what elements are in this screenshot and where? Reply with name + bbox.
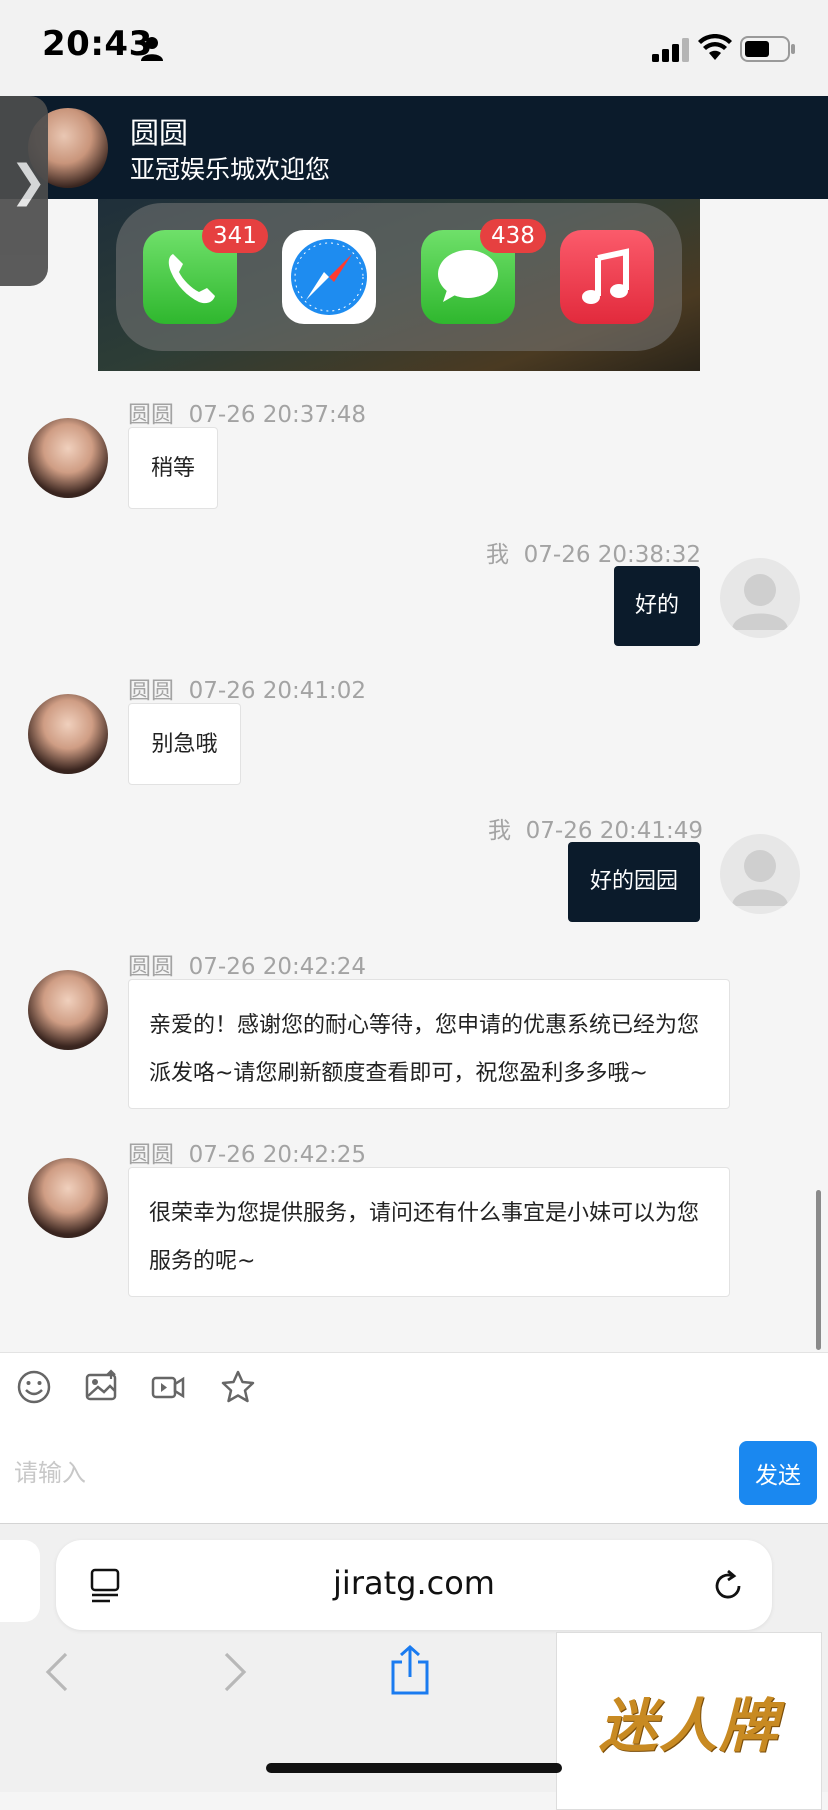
emoji-icon[interactable] — [16, 1369, 52, 1405]
messages-badge: 438 — [480, 219, 546, 253]
status-bar: 20:43 — [0, 0, 828, 96]
shared-image[interactable]: 341 438 — [98, 199, 700, 371]
wifi-icon — [698, 34, 732, 60]
agent-avatar — [28, 970, 108, 1050]
clock: 20:43 — [42, 24, 153, 64]
reload-icon[interactable] — [710, 1568, 746, 1604]
message-bubble: 别急哦 — [128, 703, 241, 785]
side-drawer-tab[interactable]: ❯ — [0, 96, 48, 286]
user-avatar — [720, 558, 800, 638]
composer: 发送 — [0, 1423, 828, 1525]
safari-app-icon — [282, 230, 376, 324]
url-text: jiratg.com — [333, 1564, 495, 1602]
user-avatar — [720, 834, 800, 914]
header-subtitle: 亚冠娱乐城欢迎您 — [130, 155, 331, 184]
message-meta: 我 07-26 20:38:32 — [486, 542, 702, 568]
chevron-right-icon: ❯ — [10, 156, 47, 207]
previous-tab[interactable] — [0, 1540, 40, 1622]
scrollbar[interactable] — [816, 1190, 821, 1350]
composer-toolbar — [0, 1352, 828, 1424]
send-button[interactable]: 发送 — [739, 1441, 817, 1505]
address-bar[interactable]: jiratg.com — [56, 1540, 772, 1630]
forward-icon[interactable] — [222, 1650, 248, 1694]
home-indicator — [266, 1763, 562, 1773]
message-bubble: 好的 — [614, 566, 700, 646]
dock: 341 438 — [116, 203, 682, 351]
music-app-icon — [560, 230, 654, 324]
message-bubble: 稍等 — [128, 427, 218, 509]
phone-badge: 341 — [202, 219, 268, 253]
message-input[interactable] — [12, 1437, 716, 1509]
share-icon[interactable] — [388, 1644, 432, 1696]
chat-header: 圆圆 亚冠娱乐城欢迎您 — [0, 96, 828, 199]
browser-chrome: jiratg.com 迷人牌 — [0, 1524, 828, 1810]
message-meta: 圆圆 07-26 20:41:02 — [128, 678, 367, 704]
person-icon — [141, 37, 163, 61]
agent-name: 圆圆 — [130, 116, 189, 150]
ad-banner[interactable]: 迷人牌 — [556, 1632, 822, 1810]
message-bubble: 亲爱的！感谢您的耐心等待，您申请的优惠系统已经为您派发咯~请您刷新额度查看即可，… — [128, 979, 730, 1109]
message-meta: 圆圆 07-26 20:42:24 — [128, 954, 367, 980]
image-upload-icon[interactable] — [84, 1369, 120, 1405]
message-meta: 我 07-26 20:41:49 — [488, 818, 704, 844]
star-icon[interactable] — [220, 1369, 256, 1405]
message-bubble: 好的园园 — [568, 842, 700, 922]
ad-text: 迷人牌 — [598, 1692, 779, 1760]
message-bubble: 很荣幸为您提供服务，请问还有什么事宜是小妹可以为您服务的呢~ — [128, 1167, 730, 1297]
agent-avatar — [28, 694, 108, 774]
battery-icon — [740, 36, 795, 62]
agent-avatar — [28, 1158, 108, 1238]
message-meta: 圆圆 07-26 20:42:25 — [128, 1142, 367, 1168]
agent-avatar — [28, 418, 108, 498]
video-icon[interactable] — [150, 1369, 186, 1405]
back-icon[interactable] — [44, 1650, 70, 1694]
message-meta: 圆圆 07-26 20:37:48 — [128, 402, 367, 428]
cellular-signal-icon — [652, 38, 689, 62]
